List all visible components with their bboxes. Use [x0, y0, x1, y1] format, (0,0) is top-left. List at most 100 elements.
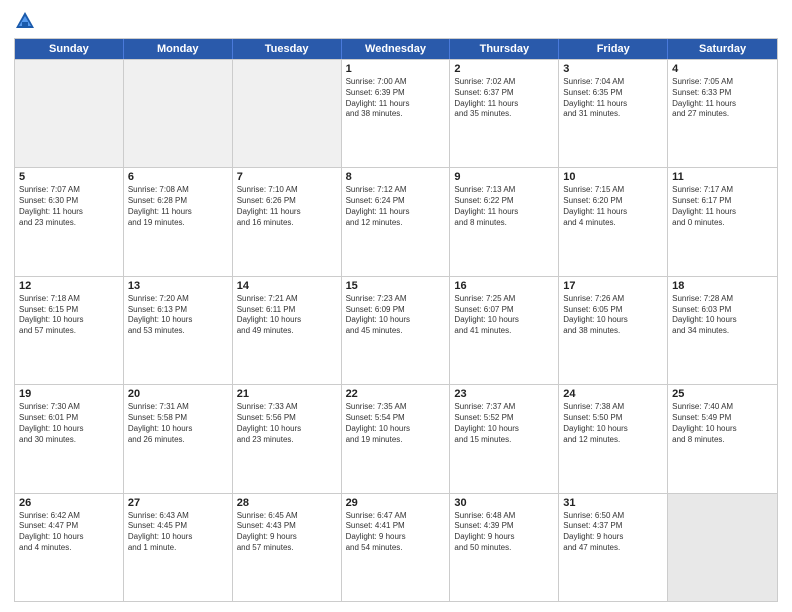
cell-line: and 15 minutes. [454, 435, 554, 446]
cal-cell: 5Sunrise: 7:07 AMSunset: 6:30 PMDaylight… [15, 168, 124, 275]
cal-cell: 23Sunrise: 7:37 AMSunset: 5:52 PMDayligh… [450, 385, 559, 492]
cell-line: and 41 minutes. [454, 326, 554, 337]
cell-line: Daylight: 10 hours [19, 532, 119, 543]
cell-line: and 12 minutes. [563, 435, 663, 446]
day-number: 25 [672, 388, 773, 400]
cell-line: and 57 minutes. [19, 326, 119, 337]
cell-line: Sunset: 6:37 PM [454, 88, 554, 99]
calendar-header: SundayMondayTuesdayWednesdayThursdayFrid… [15, 39, 777, 59]
day-number: 1 [346, 63, 446, 75]
cell-line: and 31 minutes. [563, 109, 663, 120]
cal-cell: 1Sunrise: 7:00 AMSunset: 6:39 PMDaylight… [342, 60, 451, 167]
cell-line: Daylight: 10 hours [346, 424, 446, 435]
cal-cell: 6Sunrise: 7:08 AMSunset: 6:28 PMDaylight… [124, 168, 233, 275]
cell-line: Sunrise: 7:26 AM [563, 294, 663, 305]
cell-line: Daylight: 11 hours [346, 99, 446, 110]
day-number: 6 [128, 171, 228, 183]
cell-line: Sunset: 6:24 PM [346, 196, 446, 207]
cal-cell: 27Sunrise: 6:43 AMSunset: 4:45 PMDayligh… [124, 494, 233, 601]
cell-line: Sunset: 4:47 PM [19, 521, 119, 532]
cell-line: Sunset: 6:30 PM [19, 196, 119, 207]
cal-cell: 4Sunrise: 7:05 AMSunset: 6:33 PMDaylight… [668, 60, 777, 167]
day-number: 29 [346, 497, 446, 509]
cell-line: and 19 minutes. [128, 218, 228, 229]
cal-cell [15, 60, 124, 167]
cell-line: and 38 minutes. [346, 109, 446, 120]
week-row-4: 26Sunrise: 6:42 AMSunset: 4:47 PMDayligh… [15, 493, 777, 601]
cell-line: and 23 minutes. [237, 435, 337, 446]
day-header-friday: Friday [559, 39, 668, 59]
cell-line: Sunrise: 7:30 AM [19, 402, 119, 413]
cell-line: Daylight: 9 hours [237, 532, 337, 543]
cell-line: Sunset: 6:26 PM [237, 196, 337, 207]
cell-line: and 8 minutes. [672, 435, 773, 446]
cell-line: and 53 minutes. [128, 326, 228, 337]
cell-line: Daylight: 10 hours [454, 424, 554, 435]
day-header-tuesday: Tuesday [233, 39, 342, 59]
cell-line: Daylight: 11 hours [237, 207, 337, 218]
cell-line: Sunrise: 7:10 AM [237, 185, 337, 196]
cell-line: Daylight: 10 hours [128, 532, 228, 543]
cell-line: Sunset: 6:33 PM [672, 88, 773, 99]
day-number: 31 [563, 497, 663, 509]
cell-line: Sunrise: 7:21 AM [237, 294, 337, 305]
cell-line: Sunrise: 6:42 AM [19, 511, 119, 522]
cal-cell [668, 494, 777, 601]
week-row-0: 1Sunrise: 7:00 AMSunset: 6:39 PMDaylight… [15, 59, 777, 167]
cal-cell [233, 60, 342, 167]
week-row-3: 19Sunrise: 7:30 AMSunset: 6:01 PMDayligh… [15, 384, 777, 492]
cell-line: and 1 minute. [128, 543, 228, 554]
day-number: 15 [346, 280, 446, 292]
logo-icon [14, 10, 36, 32]
cell-line: Sunset: 5:54 PM [346, 413, 446, 424]
cell-line: and 45 minutes. [346, 326, 446, 337]
cell-line: and 50 minutes. [454, 543, 554, 554]
day-number: 18 [672, 280, 773, 292]
cell-line: Sunrise: 7:15 AM [563, 185, 663, 196]
cal-cell: 17Sunrise: 7:26 AMSunset: 6:05 PMDayligh… [559, 277, 668, 384]
day-number: 22 [346, 388, 446, 400]
cal-cell: 24Sunrise: 7:38 AMSunset: 5:50 PMDayligh… [559, 385, 668, 492]
cell-line: Daylight: 9 hours [346, 532, 446, 543]
cal-cell: 7Sunrise: 7:10 AMSunset: 6:26 PMDaylight… [233, 168, 342, 275]
day-number: 14 [237, 280, 337, 292]
cal-cell: 2Sunrise: 7:02 AMSunset: 6:37 PMDaylight… [450, 60, 559, 167]
cell-line: Sunset: 5:52 PM [454, 413, 554, 424]
cal-cell: 11Sunrise: 7:17 AMSunset: 6:17 PMDayligh… [668, 168, 777, 275]
cal-cell [124, 60, 233, 167]
cal-cell: 10Sunrise: 7:15 AMSunset: 6:20 PMDayligh… [559, 168, 668, 275]
cal-cell: 15Sunrise: 7:23 AMSunset: 6:09 PMDayligh… [342, 277, 451, 384]
cell-line: Sunset: 6:11 PM [237, 305, 337, 316]
cell-line: Sunset: 5:49 PM [672, 413, 773, 424]
cal-cell: 26 Sunrise: 6:42 AMSunset: 4:47 PMDayligh… [15, 494, 124, 601]
header [14, 10, 778, 32]
cell-line: Sunrise: 6:48 AM [454, 511, 554, 522]
day-number: 16 [454, 280, 554, 292]
cell-line: Sunset: 6:15 PM [19, 305, 119, 316]
cell-line: Sunrise: 7:17 AM [672, 185, 773, 196]
cell-line: Daylight: 10 hours [454, 315, 554, 326]
cell-line: and 12 minutes. [346, 218, 446, 229]
cell-line: Sunrise: 7:05 AM [672, 77, 773, 88]
cell-line: Sunrise: 7:20 AM [128, 294, 228, 305]
cell-line: Daylight: 10 hours [672, 315, 773, 326]
cell-line: Daylight: 11 hours [454, 207, 554, 218]
day-number: 2 [454, 63, 554, 75]
cell-line: Daylight: 11 hours [128, 207, 228, 218]
cell-line: and 38 minutes. [563, 326, 663, 337]
cell-line: and 16 minutes. [237, 218, 337, 229]
day-number: 26 [19, 497, 119, 509]
cell-line: Sunset: 4:45 PM [128, 521, 228, 532]
cell-line: Sunrise: 7:28 AM [672, 294, 773, 305]
day-number: 20 [128, 388, 228, 400]
cell-line: Sunrise: 7:13 AM [454, 185, 554, 196]
cell-line: Sunset: 6:03 PM [672, 305, 773, 316]
cell-line: and 0 minutes. [672, 218, 773, 229]
cell-line: Sunrise: 7:07 AM [19, 185, 119, 196]
day-header-saturday: Saturday [668, 39, 777, 59]
day-number: 3 [563, 63, 663, 75]
cell-line: Daylight: 10 hours [346, 315, 446, 326]
cell-line: Daylight: 11 hours [346, 207, 446, 218]
day-header-sunday: Sunday [15, 39, 124, 59]
cell-line: Daylight: 11 hours [672, 99, 773, 110]
